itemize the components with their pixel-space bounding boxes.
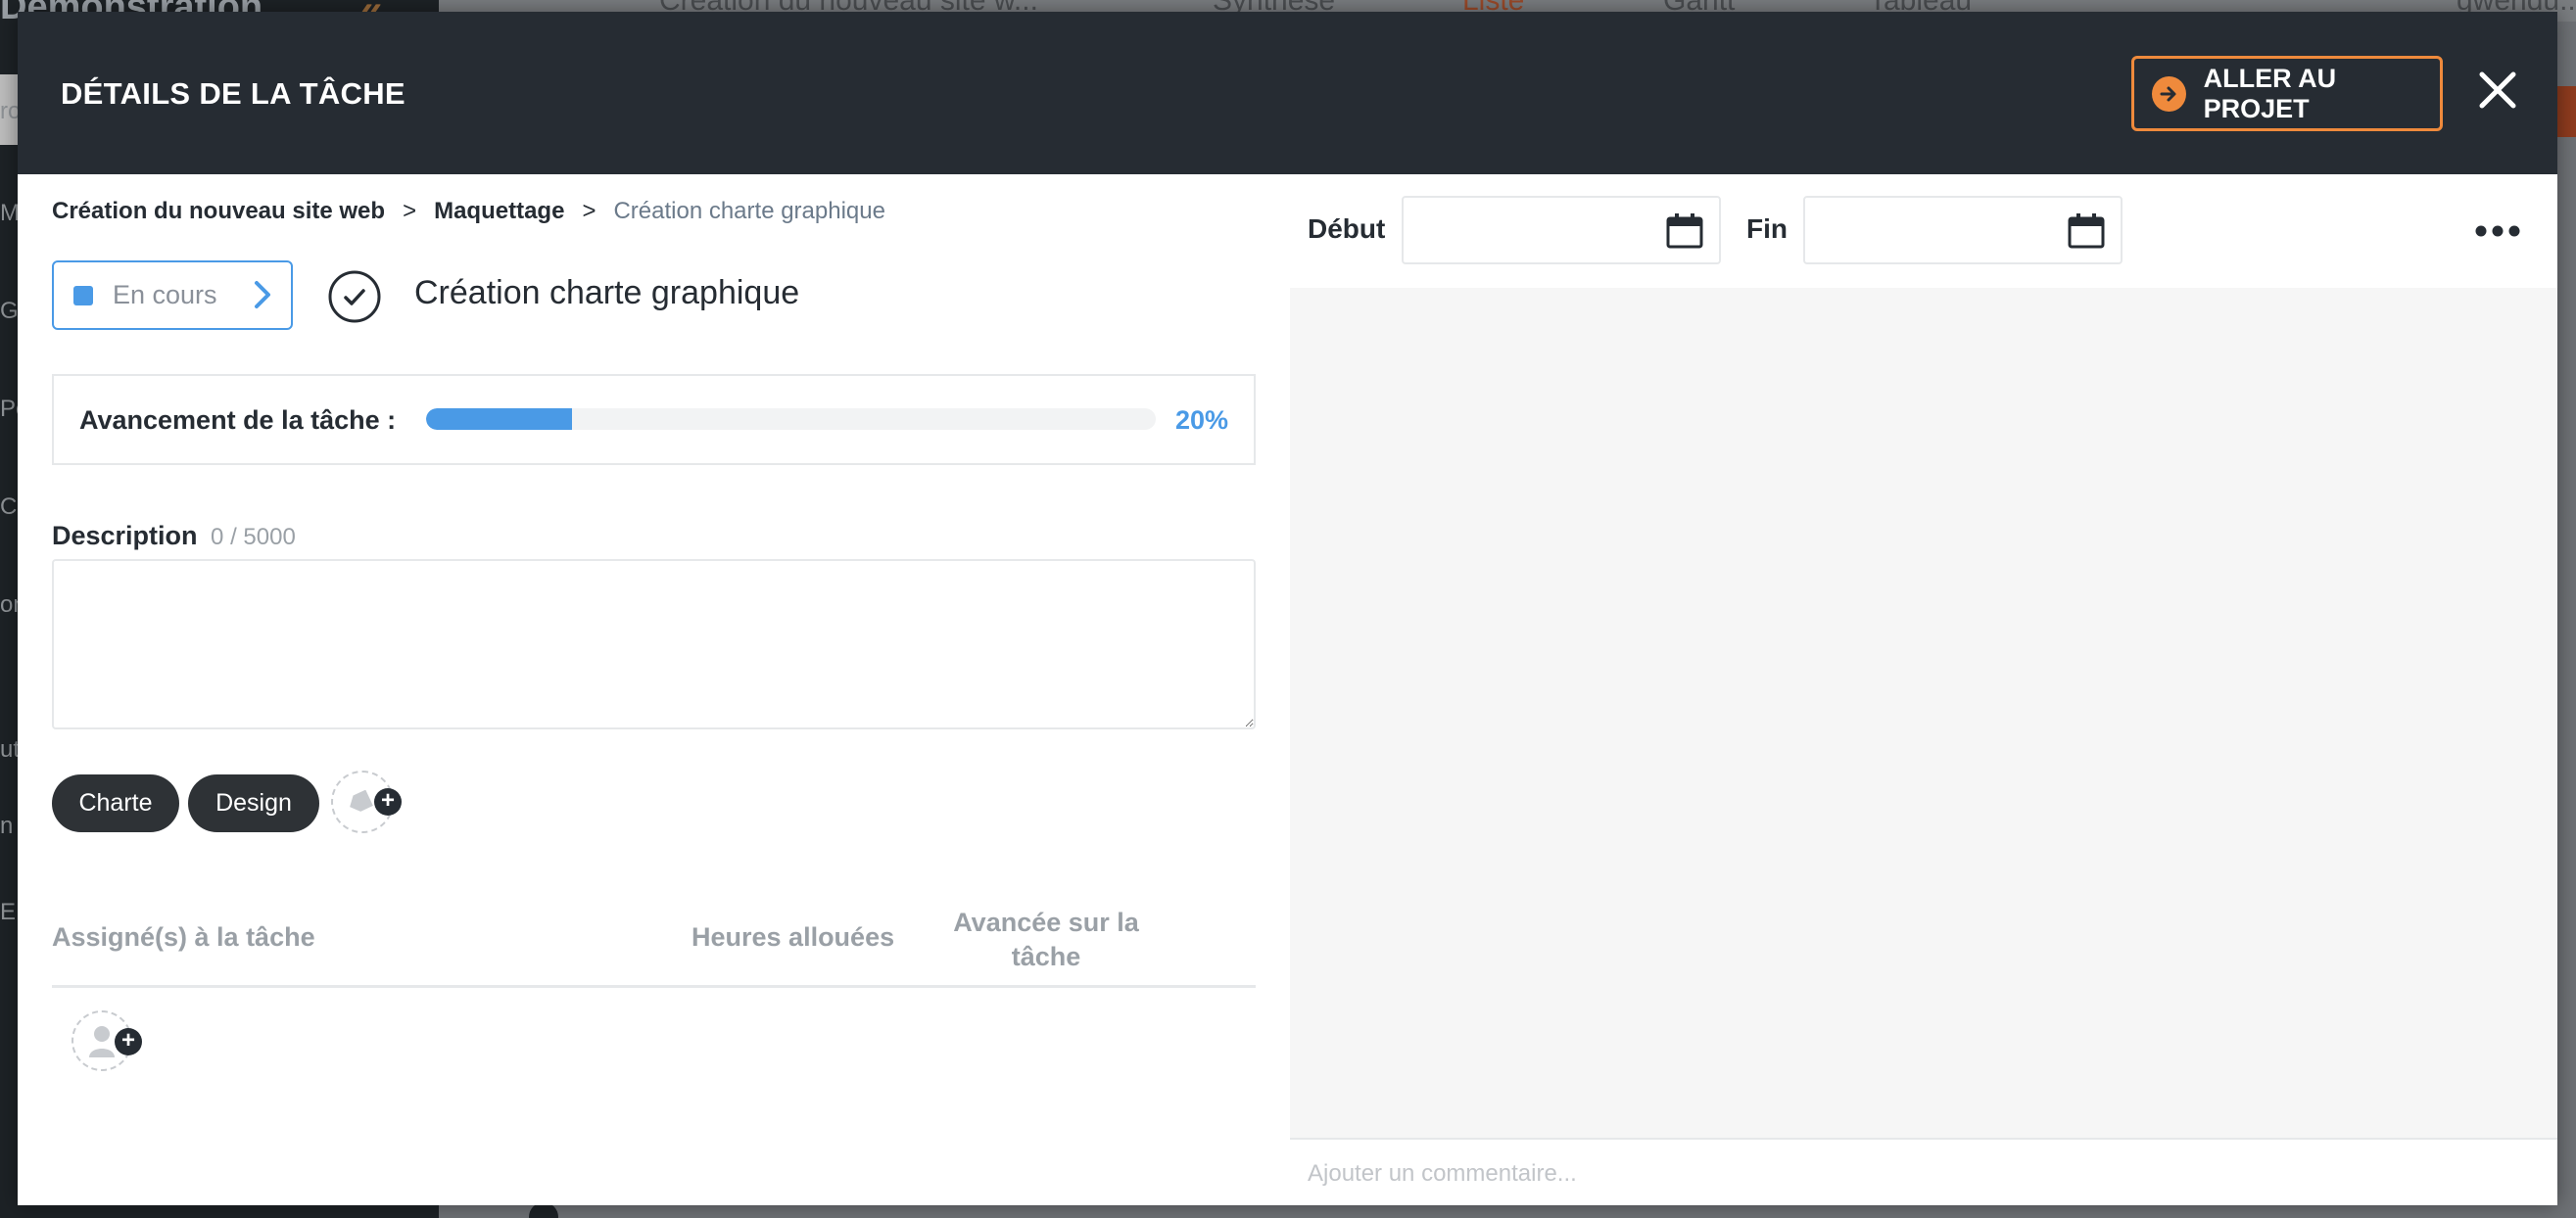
user-icon (87, 1024, 117, 1062)
column-header-assignees: Assigné(s) à la tâche (52, 922, 315, 952)
comments-feed (1290, 288, 2557, 1140)
progress-percentage: 20% (1174, 405, 1228, 435)
column-header-progress: Avancée sur la tâche (953, 908, 1139, 971)
close-icon[interactable] (2476, 69, 2519, 112)
end-date-label: Fin (1746, 213, 1788, 244)
description-heading: Description 0 / 5000 (52, 521, 296, 551)
end-date-field[interactable] (1803, 196, 2123, 264)
progress-label: Avancement de la tâche : (79, 405, 397, 435)
plus-icon: + (115, 1028, 142, 1055)
description-label: Description (52, 521, 198, 550)
go-to-project-label: ALLER AU PROJET (2203, 63, 2337, 123)
status-selector[interactable]: En cours (52, 260, 293, 330)
status-color-square (73, 285, 93, 305)
more-options-icon[interactable] (2474, 219, 2521, 243)
progress-slider[interactable] (426, 408, 1156, 430)
background-letter: ut (0, 736, 21, 763)
breadcrumb-project[interactable]: Création du nouveau site web (52, 198, 385, 225)
progress-fill (426, 408, 572, 430)
background-letter: G (0, 298, 19, 324)
description-textarea[interactable] (52, 559, 1256, 729)
task-progress-panel: Avancement de la tâche : 20% (52, 374, 1256, 465)
modal-header: DÉTAILS DE LA TÂCHE ALLER AU PROJET (18, 12, 2557, 174)
task-details-modal: DÉTAILS DE LA TÂCHE ALLER AU PROJET Créa… (18, 12, 2557, 1205)
start-date-field[interactable] (1402, 196, 1721, 264)
complete-check-icon[interactable] (327, 269, 382, 324)
breadcrumb-separator: > (403, 198, 417, 224)
plus-icon: + (374, 788, 402, 816)
breadcrumb: Création du nouveau site web > Maquettag… (52, 198, 885, 225)
breadcrumb-separator: > (582, 198, 596, 224)
go-to-project-button[interactable]: ALLER AU PROJET (2131, 56, 2443, 131)
column-header-hours: Heures allouées (692, 922, 895, 952)
chevron-right-icon (252, 280, 273, 314)
start-date-label: Début (1308, 213, 1386, 244)
arrow-right-icon (2152, 75, 2186, 112)
tag-chip[interactable]: Charte (52, 774, 179, 832)
table-header-divider (52, 985, 1256, 988)
breadcrumb-current-task: Création charte graphique (613, 198, 885, 224)
task-title[interactable]: Création charte graphique (414, 274, 799, 312)
calendar-icon (2068, 212, 2105, 255)
background-letter: n (0, 813, 14, 839)
add-assignee-button[interactable]: + (72, 1010, 142, 1071)
calendar-icon (1666, 212, 1703, 255)
comment-input[interactable] (1290, 1142, 2557, 1205)
background-action-button (2554, 86, 2576, 137)
tag-chip[interactable]: Design (188, 774, 319, 832)
add-tag-button[interactable]: + (331, 771, 402, 833)
description-char-count: 0 / 5000 (211, 524, 296, 550)
background-letter: M (0, 200, 20, 226)
breadcrumb-phase[interactable]: Maquettage (434, 198, 564, 225)
modal-title: DÉTAILS DE LA TÂCHE (61, 76, 405, 111)
tag-icon (347, 789, 374, 819)
status-label: En cours (113, 280, 217, 309)
